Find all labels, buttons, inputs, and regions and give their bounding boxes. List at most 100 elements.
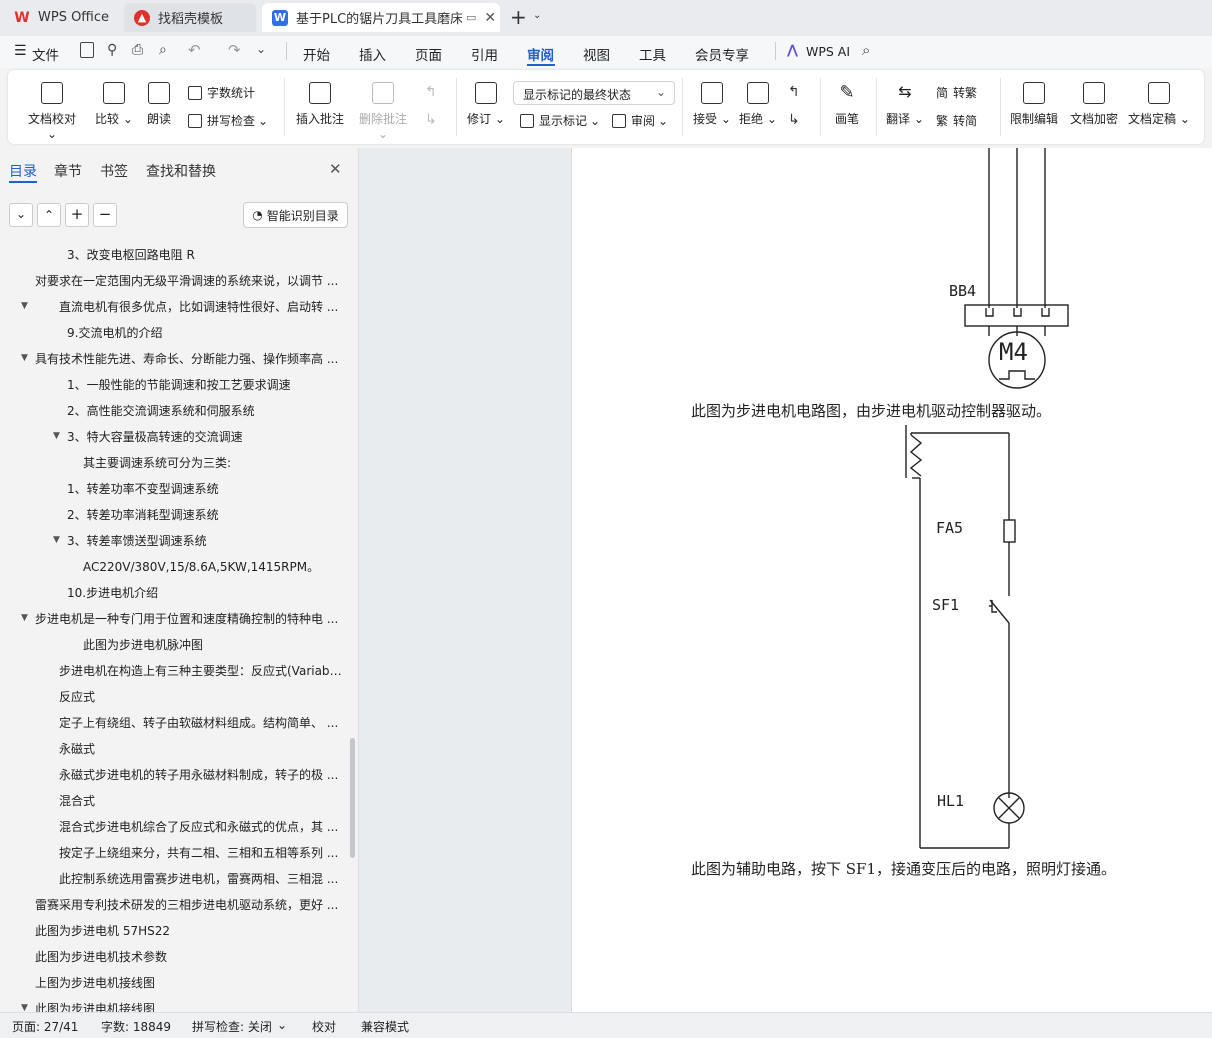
new-tab-plus-icon[interactable]: + <box>510 5 527 29</box>
hamburger-icon[interactable]: ☰ <box>14 43 27 59</box>
chevron-down-icon[interactable]: ⌄ <box>277 1018 287 1032</box>
toc-item[interactable]: 步进电机在构造上有三种主要类型：反应式(Variab ... <box>59 662 342 679</box>
remove-heading-icon[interactable]: − <box>93 203 117 227</box>
toc-item[interactable]: 具有技术性能先进、寿命长、分断能力强、操作频率高 ... <box>35 350 342 367</box>
to-traditional-button[interactable]: 简转繁 <box>936 84 977 101</box>
doc-check-button[interactable]: 文档校对 ⌄ <box>24 82 80 141</box>
toc-item[interactable]: 此图为步进电机脉冲图 <box>83 636 342 653</box>
menu-file[interactable]: 文件 <box>32 44 59 64</box>
menu-tools[interactable]: 工具 <box>639 44 666 64</box>
markup-state-select[interactable]: 显示标记的最终状态 ⌄ <box>513 81 675 105</box>
tab-docer-templates[interactable]: ▲ 找稻壳模板 <box>124 3 256 32</box>
read-aloud-button[interactable]: 朗读 <box>144 82 174 127</box>
toc-item[interactable]: 此图为步进电机 57HS22 <box>35 922 342 939</box>
tab-toc[interactable]: 目录 <box>9 161 37 181</box>
toc-item[interactable]: 其主要调速系统可分为三类: <box>83 454 342 471</box>
toc-item[interactable]: 直流电机有很多优点，比如调速特性很好、启动转 ... <box>59 298 342 315</box>
toc-item[interactable]: 对要求在一定范围内无级平滑调速的系统来说，以调节 ... <box>35 272 342 289</box>
review-pane-button[interactable]: 审阅 ⌄ <box>612 112 668 129</box>
toc-item[interactable]: 3、改变电枢回路电阻 R <box>67 246 342 263</box>
previous-revision-icon[interactable]: ↰ <box>788 84 800 100</box>
add-heading-icon[interactable]: + <box>65 203 89 227</box>
expand-down-icon[interactable]: ⌄ <box>9 203 33 227</box>
toc-item[interactable]: 1、转差功率不变型调速系统 <box>67 480 342 497</box>
menu-view[interactable]: 视图 <box>583 44 610 64</box>
menu-wps-ai[interactable]: WPS AI <box>806 44 850 59</box>
toc-item[interactable]: 10.步进电机介绍 <box>67 584 342 601</box>
tab-document[interactable]: W 基于PLC的锯片刀具工具磨床扌 ▭ ✕ <box>262 3 500 32</box>
previous-comment-icon[interactable]: ↰ <box>425 84 437 100</box>
revise-button[interactable]: 修订 ⌄ <box>466 82 506 127</box>
redo-icon[interactable]: ↷ <box>228 41 241 59</box>
close-panel-icon[interactable]: ✕ <box>329 160 342 178</box>
collapse-triangle-icon[interactable]: ▼ <box>21 613 28 623</box>
undo-icon[interactable]: ↶ <box>188 41 201 59</box>
menu-insert[interactable]: 插入 <box>359 44 386 64</box>
save-icon[interactable] <box>80 42 94 58</box>
close-icon[interactable]: ✕ <box>484 10 496 26</box>
toc-item[interactable]: 此图为步进电机技术参数 <box>35 948 342 965</box>
next-revision-icon[interactable]: ↳ <box>788 112 800 128</box>
toc-item[interactable]: 反应式 <box>59 688 342 705</box>
collapse-triangle-icon[interactable]: ▼ <box>53 431 60 441</box>
menu-member[interactable]: 会员专享 <box>695 44 749 64</box>
share-icon[interactable]: ⚲ <box>107 42 117 58</box>
toc-item[interactable]: 1、一般性能的节能调速和按工艺要求调速 <box>67 376 342 393</box>
pen-button[interactable]: ✎ 画笔 <box>830 82 864 127</box>
toc-item[interactable]: 上图为步进电机接线图 <box>35 974 342 991</box>
encrypt-button[interactable]: 文档加密 <box>1068 82 1120 127</box>
compare-button[interactable]: 比较 ⌄ <box>94 82 134 127</box>
accept-button[interactable]: 接受 ⌄ <box>692 82 732 127</box>
status-proof[interactable]: 校对 <box>312 1018 336 1035</box>
menu-references[interactable]: 引用 <box>471 44 498 64</box>
tab-bookmarks[interactable]: 书签 <box>100 161 128 181</box>
status-word-count[interactable]: 字数: 18849 <box>101 1018 171 1035</box>
search-icon[interactable]: ⌕ <box>862 41 870 59</box>
collapse-up-icon[interactable]: ⌃ <box>37 203 61 227</box>
screen-icon[interactable]: ▭ <box>466 11 476 24</box>
reject-button[interactable]: 拒绝 ⌄ <box>738 82 778 127</box>
document-page[interactable]: BB4 M4 此图为步进电机电路图，由步进电机驱动控制器驱动。 FA5 SF1 … <box>571 148 1212 1012</box>
tab-chapters[interactable]: 章节 <box>54 161 82 181</box>
menu-page[interactable]: 页面 <box>415 44 442 64</box>
finalize-button[interactable]: 文档定稿 ⌄ <box>1128 82 1190 127</box>
collapse-triangle-icon[interactable]: ▼ <box>21 301 28 311</box>
toc-item[interactable]: 9.交流电机的介绍 <box>67 324 342 341</box>
show-markup-button[interactable]: 显示标记 ⌄ <box>520 112 600 129</box>
toc-item[interactable]: AC220V/380V,15/8.6A,5KW,1415RPM。 <box>83 558 342 575</box>
toc-item[interactable]: 按定子上绕组来分，共有二相、三相和五相等系列 ... <box>59 844 342 861</box>
tab-find-replace[interactable]: 查找和替换 <box>146 161 216 181</box>
smart-toc-button[interactable]: ◔ 智能识别目录 <box>243 202 348 228</box>
status-spell-check[interactable]: 拼写检查: 关闭 <box>192 1018 272 1035</box>
toc-item[interactable]: 此控制系统选用雷赛步进电机，雷赛两相、三相混 ... <box>59 870 342 887</box>
status-page[interactable]: 页面: 27/41 <box>12 1018 78 1035</box>
collapse-triangle-icon[interactable]: ▼ <box>53 535 60 545</box>
print-preview-icon[interactable]: ⌕ <box>159 42 167 58</box>
toc-item[interactable]: 永磁式步进电机的转子用永磁材料制成，转子的极 ... <box>59 766 342 783</box>
toc-item[interactable]: 2、高性能交流调速系统和伺服系统 <box>67 402 342 419</box>
collapse-triangle-icon[interactable]: ▼ <box>21 353 28 363</box>
toc-item[interactable]: 3、转差率馈送型调速系统 <box>67 532 342 549</box>
toc-item[interactable]: 2、转差功率消耗型调速系统 <box>67 506 342 523</box>
toc-item[interactable]: 混合式步进电机综合了反应式和永磁式的优点，其 ... <box>59 818 342 835</box>
delete-comment-button[interactable]: 删除批注 ⌄ <box>354 82 412 141</box>
toc-scrollbar[interactable] <box>350 738 355 858</box>
toc-item[interactable]: 定子上有绕组、转子由软磁材料组成。结构简单、 ... <box>59 714 342 731</box>
toc-item[interactable]: 永磁式 <box>59 740 342 757</box>
insert-comment-button[interactable]: 插入批注 <box>294 82 346 127</box>
more-chevron-icon[interactable]: ⌄ <box>256 42 266 56</box>
toc-item[interactable]: 雷赛采用专利技术研发的三相步进电机驱动系统，更好 ... <box>35 896 342 913</box>
toc-item[interactable]: 3、特大容量极高转速的交流调速 <box>67 428 342 445</box>
toc-item[interactable]: 步进电机是一种专门用于位置和速度精确控制的特种电 ... <box>35 610 342 627</box>
translate-button[interactable]: ⇆ 翻译 ⌄ <box>884 82 926 127</box>
toc-item[interactable]: 混合式 <box>59 792 342 809</box>
menu-start[interactable]: 开始 <box>303 44 330 64</box>
menu-review[interactable]: 审阅 <box>527 44 554 64</box>
next-comment-icon[interactable]: ↳ <box>425 112 437 128</box>
restrict-edit-button[interactable]: 限制编辑 <box>1008 82 1060 127</box>
to-simplified-button[interactable]: 繁转简 <box>936 112 977 129</box>
spell-check-button[interactable]: 拼写检查 ⌄ <box>188 112 268 129</box>
chevron-down-icon[interactable]: ⌄ <box>533 10 541 21</box>
print-icon[interactable]: ⎙ <box>132 42 143 58</box>
tab-wps-office[interactable]: W WPS Office <box>4 3 116 32</box>
